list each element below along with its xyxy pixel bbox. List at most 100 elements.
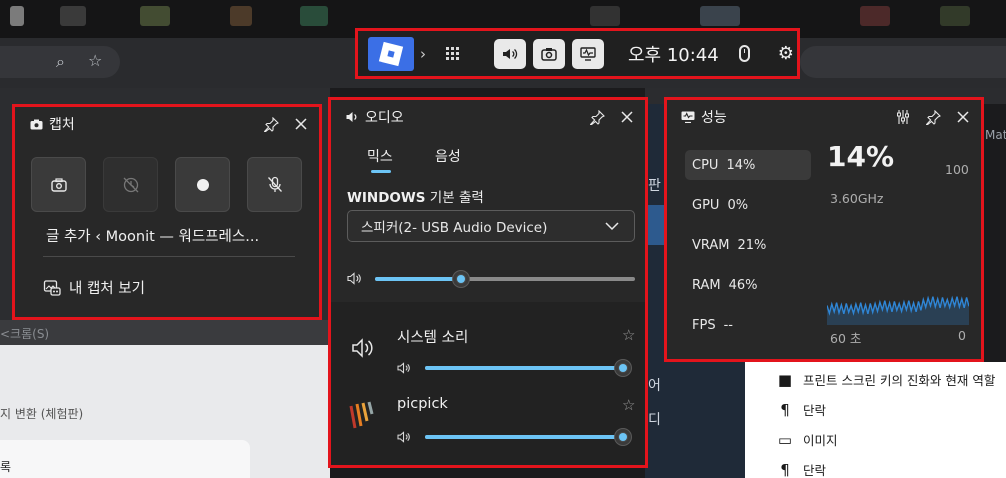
microphone-toggle-button[interactable] bbox=[247, 157, 302, 212]
output-device-select[interactable]: 스피커(2- USB Audio Device) bbox=[347, 210, 635, 242]
background-text: 지 변환 (체험판) bbox=[0, 407, 84, 421]
tab-favicon bbox=[60, 6, 86, 26]
view-captures-link[interactable]: 내 캡처 보기 bbox=[43, 277, 145, 298]
camera-icon bbox=[541, 47, 557, 61]
volume-icon bbox=[397, 362, 410, 374]
capture-header: 캡처 bbox=[15, 107, 319, 141]
app-volume-slider[interactable] bbox=[425, 429, 631, 445]
outline-item-label: 프린트 스크린 키의 진화와 현재 역할 bbox=[803, 373, 996, 388]
tab-favicon bbox=[940, 6, 970, 26]
paragraph-icon: ¶ bbox=[780, 400, 790, 419]
record-dot-icon bbox=[196, 178, 209, 191]
graph-time-left: 60 초 bbox=[830, 331, 862, 346]
graph-time-right: 0 bbox=[958, 328, 966, 343]
slider-thumb[interactable] bbox=[615, 429, 631, 445]
audio-widget-button[interactable] bbox=[494, 38, 526, 69]
view-captures-label: 내 캡처 보기 bbox=[69, 281, 145, 297]
tab-favicon bbox=[140, 6, 170, 26]
favorite-star-icon[interactable]: ☆ bbox=[622, 326, 635, 344]
outline-item-label: 단락 bbox=[803, 463, 827, 478]
capture-widget-button[interactable] bbox=[533, 38, 565, 69]
divider bbox=[43, 256, 295, 257]
metric-cpu[interactable]: CPU 14% bbox=[685, 150, 811, 180]
browser-omnibox-right bbox=[800, 46, 1006, 78]
chevron-right-icon[interactable]: › bbox=[420, 45, 426, 63]
document-outline: ■ 프린트 스크린 키의 진화와 현재 역할 ¶ 단락 ▭ 이미지 ¶ 단락 bbox=[745, 362, 1006, 478]
background-text: Math bbox=[985, 128, 1006, 142]
metric-label: VRAM bbox=[692, 237, 730, 253]
system-sound-icon bbox=[352, 338, 373, 358]
performance-widget-button[interactable] bbox=[572, 38, 604, 69]
cpu-usage-graph bbox=[827, 295, 969, 325]
close-icon[interactable] bbox=[955, 109, 971, 125]
capture-widget: 캡처 글 추가 ‹ Moonit — 워드프레스... 내 캡처 보기 bbox=[12, 104, 322, 320]
bookmark-icon: ■ bbox=[777, 370, 793, 389]
metric-gpu[interactable]: GPU 0% bbox=[685, 190, 811, 220]
start-recording-button[interactable] bbox=[175, 157, 230, 212]
tab-favicon bbox=[590, 6, 620, 26]
tab-favicon bbox=[230, 6, 252, 26]
background-left-strip: <크롬(S) bbox=[0, 320, 330, 345]
metric-label: CPU bbox=[692, 157, 719, 173]
close-icon[interactable] bbox=[293, 116, 309, 132]
star-bookmark-icon: ☆ bbox=[88, 51, 103, 70]
slider-thumb[interactable] bbox=[615, 360, 631, 376]
performance-icon bbox=[681, 110, 695, 124]
paragraph-icon: ¶ bbox=[780, 460, 790, 478]
speaker-icon bbox=[503, 48, 518, 59]
metric-label: FPS bbox=[692, 317, 716, 333]
mouse-icon[interactable] bbox=[738, 45, 750, 62]
cpu-clock: 3.60GHz bbox=[830, 191, 884, 206]
panel-title: 캡처 bbox=[49, 117, 75, 133]
picpick-app-icon bbox=[349, 401, 374, 429]
outline-item[interactable]: ▭ 이미지 bbox=[777, 430, 838, 449]
favorite-star-icon[interactable]: ☆ bbox=[622, 396, 635, 414]
image-icon: ▭ bbox=[777, 430, 793, 449]
output-device-value: 스피커(2- USB Audio Device) bbox=[361, 220, 548, 236]
background-text: 디 bbox=[648, 412, 661, 428]
app-volume-list: 시스템 소리 ☆ picpick ☆ bbox=[331, 302, 645, 465]
tab-mix[interactable]: 믹스 bbox=[367, 146, 393, 166]
recent-capture-title[interactable]: 글 추가 ‹ Moonit — 워드프레스... bbox=[46, 225, 259, 246]
output-label-rest: 기본 출력 bbox=[425, 190, 484, 206]
metric-value: 46% bbox=[728, 277, 758, 293]
metric-label: RAM bbox=[692, 277, 721, 293]
mic-off-icon bbox=[267, 176, 282, 192]
screenshot-button[interactable] bbox=[31, 157, 86, 212]
pin-icon[interactable] bbox=[589, 109, 605, 125]
app-name: 시스템 소리 bbox=[397, 330, 469, 346]
settings-sliders-icon[interactable] bbox=[895, 109, 911, 125]
metric-value: 21% bbox=[737, 237, 767, 253]
outline-item[interactable]: ¶ 단락 bbox=[777, 460, 826, 478]
pin-icon[interactable] bbox=[263, 116, 279, 132]
performance-header: 성능 bbox=[667, 100, 981, 134]
outline-item-label: 이미지 bbox=[803, 433, 838, 448]
outline-item[interactable]: ¶ 단락 bbox=[777, 400, 826, 419]
metric-ram[interactable]: RAM 46% bbox=[685, 270, 811, 300]
clock-text: 오후 10:44 bbox=[628, 44, 719, 66]
master-volume-slider[interactable] bbox=[375, 271, 635, 287]
outline-item[interactable]: ■ 프린트 스크린 키의 진화와 현재 역할 bbox=[777, 370, 995, 389]
roblox-app-icon[interactable] bbox=[368, 36, 414, 71]
monitor-icon bbox=[580, 46, 596, 61]
background-text: <크롬(S) bbox=[0, 327, 50, 341]
slider-thumb[interactable] bbox=[452, 271, 469, 287]
tab-voice[interactable]: 음성 bbox=[435, 146, 461, 166]
audio-widget: 오디오 믹스 음성 WINDOWS 기본 출력 스피커(2- USB Audio… bbox=[328, 97, 648, 468]
metric-fps[interactable]: FPS -- bbox=[685, 310, 811, 340]
metric-vram[interactable]: VRAM 21% bbox=[685, 230, 811, 260]
zoom-icon: ⌕ bbox=[56, 52, 65, 71]
pin-icon[interactable] bbox=[925, 109, 941, 125]
close-icon[interactable] bbox=[619, 109, 635, 125]
camera-icon bbox=[29, 117, 43, 131]
history-record-icon bbox=[123, 177, 138, 192]
gear-icon[interactable]: ⚙ bbox=[778, 43, 794, 64]
widget-menu-icon[interactable] bbox=[446, 46, 460, 61]
outline-item-label: 단락 bbox=[803, 403, 827, 418]
app-volume-slider[interactable] bbox=[425, 360, 631, 376]
game-bar-toolbar: › 오후 10:44 ⚙ bbox=[355, 28, 800, 79]
record-last-button[interactable] bbox=[103, 157, 158, 212]
metric-label: GPU bbox=[692, 197, 720, 213]
active-tab-indicator bbox=[371, 170, 391, 173]
panel-title: 성능 bbox=[701, 110, 727, 126]
